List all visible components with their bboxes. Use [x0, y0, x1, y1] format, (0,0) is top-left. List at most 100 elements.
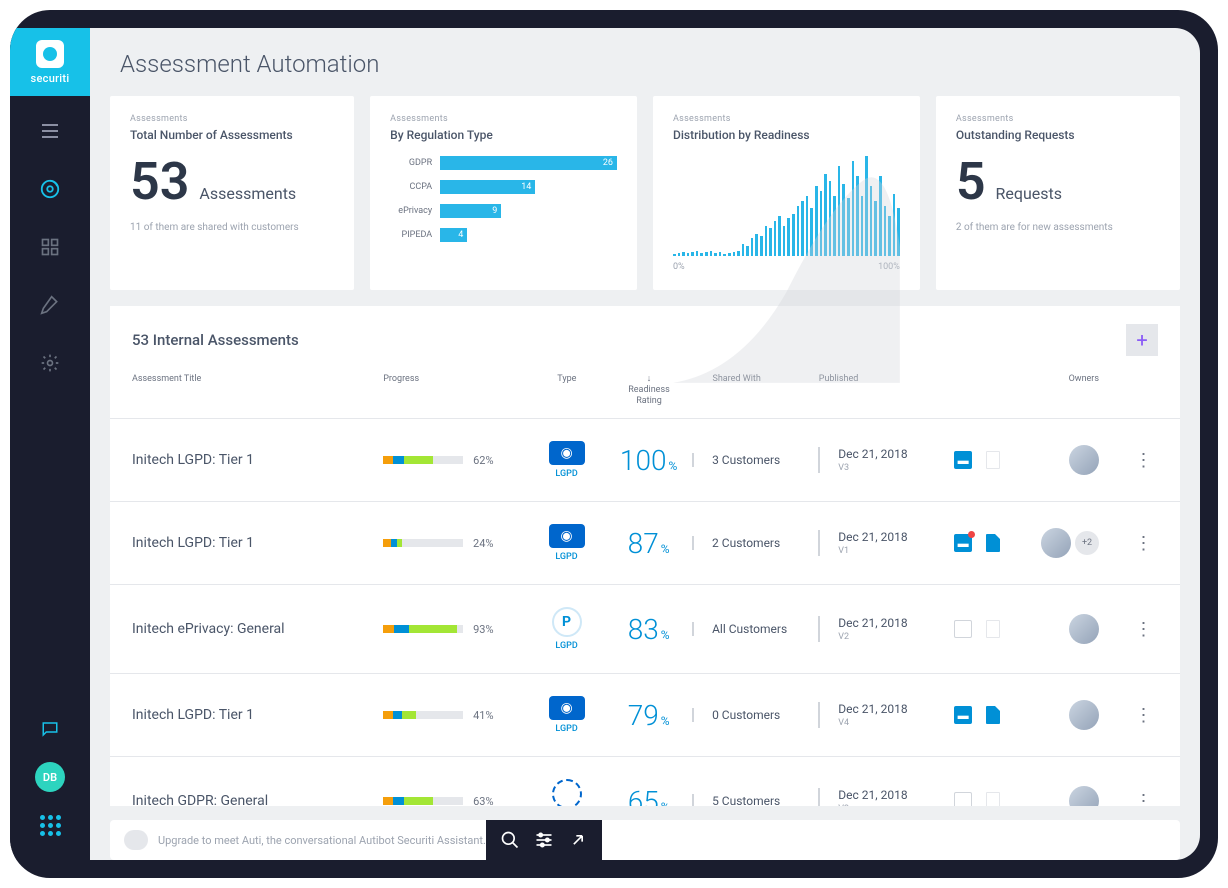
row-menu-button[interactable]: ⋮: [1129, 791, 1158, 806]
table-row[interactable]: Initech ePrivacy: General 93% P LGPD 83%…: [110, 585, 1180, 674]
reg-label: ePrivacy: [390, 206, 440, 216]
actions-cell: [954, 620, 1041, 638]
reg-label: GDPR: [390, 158, 440, 168]
nav-privacy-icon[interactable]: [35, 174, 65, 204]
type-cell: ◉ LGPD: [528, 524, 605, 562]
type-cell: P LGPD: [528, 607, 605, 651]
table-row[interactable]: Initech LGPD: Tier 1 41% ◉ LGPD 79% 0 Cu…: [110, 674, 1180, 757]
card-eyebrow: Assessments: [956, 114, 1160, 124]
regulation-bar-row: CCPA 14: [390, 180, 617, 194]
table-column-headers: Assessment Title Progress Type ↓ Readine…: [110, 366, 1180, 419]
type-cell: ◉ LGPD: [528, 696, 605, 734]
more-owners-badge[interactable]: +2: [1075, 531, 1099, 555]
published-cell: Dec 21, 2018 V1: [818, 530, 954, 556]
row-menu-button[interactable]: ⋮: [1129, 705, 1158, 726]
total-note: 11 of them are shared with customers: [130, 222, 334, 233]
table-row[interactable]: Initech GDPR: General 63% GDPR 65% 5 Cus…: [110, 757, 1180, 806]
readiness-histogram: [673, 156, 900, 256]
row-menu-button[interactable]: ⋮: [1129, 619, 1158, 640]
total-label: Assessments: [199, 184, 296, 203]
progress-text: 62%: [473, 454, 493, 467]
progress-cell: 62%: [383, 454, 528, 467]
type-flag-icon: ◉: [549, 441, 585, 465]
owner-avatar[interactable]: [1041, 528, 1071, 558]
owner-avatar[interactable]: [1069, 614, 1099, 644]
menu-toggle-button[interactable]: [35, 116, 65, 146]
col-progress[interactable]: Progress: [383, 374, 528, 406]
col-type[interactable]: Type: [528, 374, 605, 406]
owners-cell: [1041, 700, 1129, 730]
readiness-cell: 100%: [605, 444, 692, 477]
progress-cell: 93%: [383, 623, 528, 636]
row-menu-button[interactable]: ⋮: [1129, 533, 1158, 554]
message-icon[interactable]: ▬: [954, 451, 972, 469]
progress-text: 41%: [473, 709, 493, 722]
message-icon[interactable]: ▬: [954, 534, 972, 552]
progress-text: 24%: [473, 537, 493, 550]
document-icon[interactable]: [986, 792, 1000, 806]
logo-icon: [36, 40, 64, 68]
assessment-title: Initech LGPD: Tier 1: [132, 452, 383, 468]
assessment-title: Initech LGPD: Tier 1: [132, 535, 383, 551]
type-label: LGPD: [555, 552, 577, 562]
message-icon[interactable]: ▬: [954, 706, 972, 724]
search-icon[interactable]: [500, 830, 520, 850]
document-icon[interactable]: [986, 620, 1000, 638]
readiness-cell: 65%: [605, 785, 692, 806]
progress-text: 63%: [473, 795, 493, 806]
apps-grid-icon[interactable]: [35, 810, 65, 840]
page-title: Assessment Automation: [90, 28, 1200, 96]
nav-settings-icon[interactable]: [35, 348, 65, 378]
type-circle-icon: P: [552, 607, 582, 637]
document-icon[interactable]: [986, 706, 1000, 724]
message-icon[interactable]: [954, 620, 972, 638]
table-row[interactable]: Initech LGPD: Tier 1 62% ◉ LGPD 100% 3 C…: [110, 419, 1180, 502]
card-eyebrow: Assessments: [673, 114, 900, 124]
progress-cell: 41%: [383, 709, 528, 722]
card-regulation-type: Assessments By Regulation Type GDPR 26CC…: [370, 96, 637, 290]
assessments-table: 53 Internal Assessments + Assessment Tit…: [110, 306, 1180, 806]
card-title: Distribution by Readiness: [673, 128, 900, 142]
user-avatar-badge[interactable]: DB: [35, 762, 65, 792]
owner-avatar[interactable]: [1069, 786, 1099, 806]
nav-dashboard-icon[interactable]: [35, 232, 65, 262]
owners-cell: +2: [1041, 528, 1129, 558]
card-title: Total Number of Assessments: [130, 128, 334, 142]
actions-cell: ▬: [954, 451, 1041, 469]
brand-name: securiti: [31, 72, 70, 85]
brand-logo[interactable]: securiti: [10, 28, 90, 96]
document-icon[interactable]: [986, 451, 1000, 469]
type-label: LGPD: [555, 641, 577, 651]
filter-icon[interactable]: [534, 830, 554, 850]
owner-avatar[interactable]: [1069, 445, 1099, 475]
table-body: Initech LGPD: Tier 1 62% ◉ LGPD 100% 3 C…: [110, 419, 1180, 806]
regulation-bar-row: GDPR 26: [390, 156, 617, 170]
col-owners[interactable]: Owners: [1041, 374, 1129, 406]
progress-bar: [383, 711, 463, 719]
total-number: 53: [130, 156, 189, 208]
expand-icon[interactable]: [568, 830, 588, 850]
chat-icon[interactable]: [35, 714, 65, 744]
sidebar: securiti DB: [10, 28, 90, 860]
table-row[interactable]: Initech LGPD: Tier 1 24% ◉ LGPD 87% 2 Cu…: [110, 502, 1180, 585]
row-menu-button[interactable]: ⋮: [1129, 450, 1158, 471]
progress-bar: [383, 539, 463, 547]
actions-cell: ▬: [954, 534, 1041, 552]
published-cell: Dec 21, 2018 V3: [818, 447, 954, 473]
readiness-cell: 83%: [605, 613, 692, 646]
owner-avatar[interactable]: [1069, 700, 1099, 730]
nav-tools-icon[interactable]: [35, 290, 65, 320]
document-icon[interactable]: [986, 534, 1000, 552]
add-assessment-button[interactable]: +: [1126, 324, 1158, 356]
message-icon[interactable]: [954, 792, 972, 806]
reg-label: PIPEDA: [390, 230, 440, 240]
main-content: Assessment Automation Assessments Total …: [90, 28, 1200, 860]
owners-cell: [1041, 786, 1129, 806]
card-title: By Regulation Type: [390, 128, 617, 142]
col-title[interactable]: Assessment Title: [132, 374, 383, 406]
chat-bubble-icon: [124, 830, 148, 850]
shared-with-cell: All Customers: [692, 622, 818, 636]
owners-cell: [1041, 445, 1129, 475]
actions-cell: [954, 792, 1041, 806]
card-total-assessments: Assessments Total Number of Assessments …: [110, 96, 354, 290]
